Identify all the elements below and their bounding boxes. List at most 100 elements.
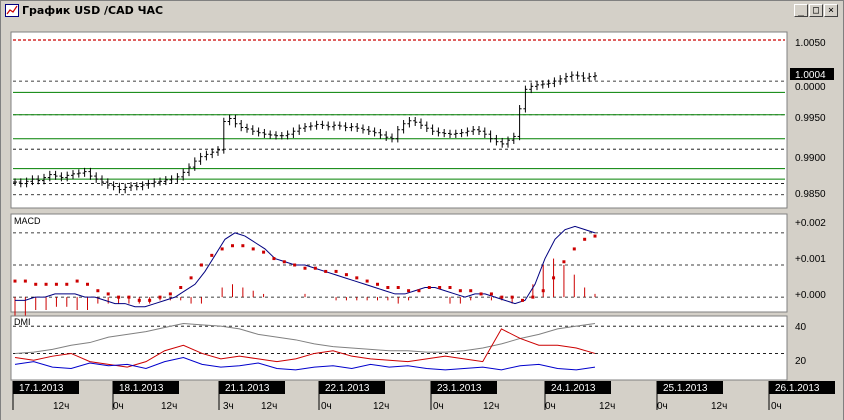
dmi-panel[interactable]: DMI 40 20 (10, 315, 807, 381)
signal-dot-1 (23, 279, 27, 283)
signal-dot-13 (148, 298, 152, 302)
date-label-2: 21.1.2013 (225, 383, 270, 394)
price-label-4: 0.9850 (795, 189, 826, 200)
signal-dot-47 (500, 295, 504, 299)
signal-dot-16 (179, 286, 183, 289)
current-price: 1.0004 (795, 70, 826, 81)
signal-dot-24 (262, 250, 266, 254)
time-tick-8: 12ч (483, 401, 499, 412)
time-tick-4: 12ч (261, 401, 277, 412)
time-tick-5: 0ч (321, 401, 332, 412)
signal-dot-41 (438, 286, 442, 289)
signal-dot-39 (417, 289, 421, 293)
macd-label: MACD (14, 216, 41, 226)
signal-dot-2 (34, 282, 38, 286)
signal-dot-51 (541, 289, 545, 293)
signal-dot-50 (531, 295, 535, 299)
signal-dot-0 (13, 279, 17, 283)
signal-dot-12 (137, 298, 141, 302)
time-tick-9: 0ч (545, 401, 556, 412)
signal-dot-56 (593, 234, 597, 238)
signal-dot-54 (572, 247, 576, 251)
signal-dot-26 (282, 260, 286, 264)
maximize-button[interactable]: □ (809, 4, 823, 17)
signal-dot-23 (251, 247, 255, 251)
signal-dot-52 (552, 276, 556, 280)
date-label-0: 17.1.2013 (19, 383, 64, 394)
signal-dot-20 (220, 247, 224, 251)
signal-dot-15 (168, 292, 172, 296)
macd-axis-label-1: +0.002 (795, 218, 826, 229)
close-button[interactable]: × (824, 4, 838, 17)
macd-axis-label-3: +0.000 (795, 290, 826, 301)
price-panel[interactable]: 1.0050 1.0004 0.0000 0.9950 0.9900 0.985… (10, 31, 834, 209)
signal-dot-46 (489, 292, 493, 296)
signal-dot-29 (313, 266, 317, 270)
signal-dot-42 (448, 286, 452, 289)
time-tick-12: 12ч (711, 401, 727, 412)
minimize-button[interactable]: _ (794, 4, 808, 17)
time-tick-10: 12ч (599, 401, 615, 412)
signal-dot-38 (407, 289, 411, 293)
signal-dot-43 (458, 289, 462, 293)
date-label-5: 24.1.2013 (551, 383, 596, 394)
chart-window: График USD /CAD ЧАС _ □ × 1.0050 1.0004 … (0, 0, 844, 420)
signal-dot-10 (117, 295, 121, 299)
signal-dot-19 (210, 253, 214, 257)
signal-dot-22 (241, 244, 245, 248)
signal-dot-34 (365, 279, 369, 283)
dmi-axis-label-1: 40 (795, 322, 807, 333)
signal-dot-31 (334, 269, 338, 273)
date-label-6: 25.1.2013 (663, 383, 708, 394)
date-label-7: 26.1.2013 (775, 383, 820, 394)
price-label-partial: 0.0000 (795, 82, 826, 93)
time-tick-7: 0ч (433, 401, 444, 412)
signal-dot-21 (231, 244, 234, 248)
signal-dot-18 (199, 263, 203, 267)
signal-dot-28 (303, 266, 307, 270)
signal-dot-17 (189, 276, 193, 280)
macd-panel[interactable]: MACD +0.002 +0.001 +0.000 (10, 213, 826, 317)
price-label-1: 1.0050 (795, 38, 826, 49)
signal-dot-35 (376, 282, 379, 286)
chart-area[interactable]: 1.0050 1.0004 0.0000 0.9950 0.9900 0.985… (1, 20, 843, 420)
price-label-3: 0.9900 (795, 153, 826, 164)
signal-dot-45 (479, 292, 483, 296)
time-tick-6: 12ч (373, 401, 389, 412)
signal-dot-49 (521, 298, 524, 302)
signal-dot-4 (54, 282, 58, 286)
dmi-label: DMI (14, 317, 31, 327)
time-tick-0: 12ч (53, 401, 69, 412)
signal-dot-33 (355, 276, 359, 280)
signal-dot-30 (324, 269, 328, 273)
signal-dot-9 (106, 292, 110, 296)
signal-dot-44 (469, 289, 473, 293)
date-label-1: 18.1.2013 (119, 383, 164, 394)
date-label-4: 23.1.2013 (437, 383, 482, 394)
signal-dot-55 (583, 237, 587, 241)
macd-axis-label-2: +0.001 (795, 254, 826, 265)
dmi-axis-label-2: 20 (795, 356, 807, 367)
signal-dot-36 (386, 286, 390, 289)
window-title: График USD /CAD ЧАС (22, 4, 164, 17)
chart-app-icon (5, 4, 19, 17)
signal-dot-53 (562, 260, 566, 264)
signal-dot-5 (65, 282, 69, 286)
signal-dot-40 (427, 286, 431, 289)
time-tick-11: 0ч (657, 401, 668, 412)
signal-dot-32 (344, 273, 348, 277)
time-tick-13: 0ч (771, 401, 782, 412)
signal-dot-8 (96, 289, 100, 293)
signal-dot-6 (75, 279, 79, 283)
signal-dot-48 (510, 295, 514, 299)
price-label-2: 0.9950 (795, 113, 826, 124)
signal-dot-27 (293, 263, 297, 267)
signal-dot-14 (158, 295, 162, 299)
signal-dot-25 (272, 257, 276, 261)
signal-dot-37 (396, 286, 400, 289)
title-bar[interactable]: График USD /CAD ЧАС _ □ × (2, 2, 842, 20)
signal-dot-3 (44, 282, 48, 286)
signal-dot-7 (86, 282, 89, 286)
time-tick-1: 0ч (113, 401, 124, 412)
signal-dot-11 (127, 295, 131, 299)
